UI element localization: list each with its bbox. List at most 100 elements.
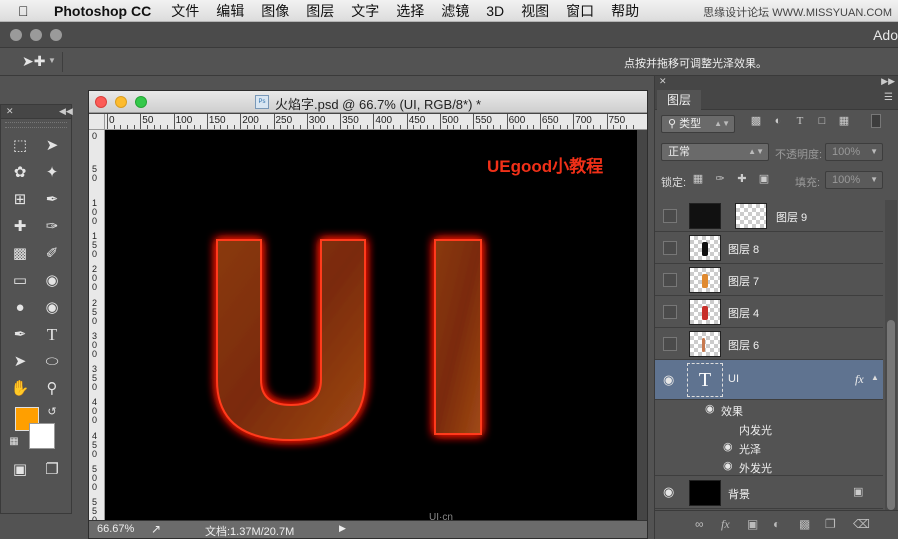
visibility-toggle[interactable]	[663, 305, 677, 319]
delete-layer-icon[interactable]: ⌫	[853, 517, 870, 531]
layers-scrollbar[interactable]	[885, 200, 897, 510]
shape-filter-icon[interactable]: □	[815, 114, 829, 128]
chevron-down-icon[interactable]: ▼	[48, 56, 56, 65]
move-icon[interactable]: ➤	[39, 135, 65, 157]
visibility-toggle[interactable]	[663, 241, 677, 255]
filter-toggle[interactable]	[871, 114, 881, 128]
lock-pixels-icon[interactable]: ✑	[713, 172, 727, 186]
eye-icon[interactable]: ◉	[663, 484, 674, 500]
lasso-icon[interactable]: ✿	[7, 162, 33, 184]
paint-bucket-icon[interactable]: ◉	[39, 270, 65, 292]
background-color-swatch[interactable]	[29, 423, 55, 449]
menu-filter[interactable]: 滤镜	[441, 1, 469, 21]
eye-icon[interactable]: ◉	[663, 372, 674, 388]
doc-zoom-button[interactable]	[135, 96, 147, 108]
layer-row-9[interactable]: 图层 9	[655, 200, 883, 232]
eraser-icon[interactable]: ▭	[7, 270, 33, 292]
layer-row-8[interactable]: 图层 8	[655, 232, 883, 264]
layer-row-6[interactable]: 图层 6	[655, 328, 883, 360]
effect-row-inner-glow[interactable]: 内发光	[655, 419, 883, 438]
menu-layer[interactable]: 图层	[306, 1, 334, 21]
move-tool-preset-icon[interactable]: ➤✚	[22, 53, 45, 70]
window-close-button[interactable]	[10, 29, 22, 41]
menu-view[interactable]: 视图	[521, 1, 549, 21]
collapse-icon[interactable]: ▶▶	[881, 76, 895, 87]
crop-icon[interactable]: ⊞	[7, 189, 33, 211]
fill-field[interactable]: 100% ▼	[825, 171, 883, 189]
vertical-ruler[interactable]: 0 5 0 1 0 0 1 5 0 2 0 0 2 5 0 3 0 0 3 5 0 4 0 0 4…	[89, 130, 105, 520]
horizontal-ruler[interactable]: 0 50 100 150 200 250 300 350 400 450 500 550 600 650 7…	[105, 114, 647, 130]
lock-all-icon[interactable]: ▣	[757, 172, 771, 186]
status-menu-arrow-icon[interactable]: ▶	[339, 523, 346, 534]
swap-colors-icon[interactable]: ↺	[39, 401, 65, 423]
smart-object-filter-icon[interactable]: ▦	[837, 114, 851, 128]
path-select-icon[interactable]: ➤	[7, 351, 33, 373]
menu-edit[interactable]: 编辑	[216, 1, 244, 21]
zoom-level[interactable]: 66.67%	[97, 523, 134, 535]
vertical-scrollbar[interactable]	[637, 130, 647, 520]
blend-mode-select[interactable]: 正常 ▲▼	[661, 143, 769, 161]
link-layers-icon[interactable]: ∞	[695, 517, 704, 531]
filter-kind-select[interactable]: ⚲ 类型 ▲▼	[661, 115, 735, 133]
marquee-icon[interactable]: ⬚	[7, 135, 33, 157]
type-icon[interactable]: T	[39, 324, 65, 346]
new-group-icon[interactable]: ▩	[799, 517, 810, 531]
effects-group-row[interactable]: ◉ 效果	[655, 400, 883, 419]
menu-type[interactable]: 文字	[351, 1, 379, 21]
eyedropper-icon[interactable]: ✒	[39, 189, 65, 211]
window-minimize-button[interactable]	[30, 29, 42, 41]
lock-position-icon[interactable]: ✚	[735, 172, 749, 186]
stamp-icon[interactable]: ▩	[7, 243, 33, 265]
add-mask-icon[interactable]: ▣	[747, 517, 758, 531]
window-zoom-button[interactable]	[50, 29, 62, 41]
pixel-filter-icon[interactable]: ▩	[749, 114, 763, 128]
scrollbar-thumb[interactable]	[887, 320, 895, 510]
type-filter-icon[interactable]: T	[793, 114, 807, 128]
visibility-toggle[interactable]	[663, 273, 677, 287]
lock-transparent-icon[interactable]: ▦	[691, 172, 705, 186]
layer-row-4[interactable]: 图层 4	[655, 296, 883, 328]
eye-icon[interactable]: ◉	[723, 459, 733, 472]
adjustment-layer-icon[interactable]: ◐	[773, 517, 780, 531]
menu-window[interactable]: 窗口	[566, 1, 594, 21]
fx-badge[interactable]: fx	[855, 372, 864, 387]
app-name-menu[interactable]: Photoshop CC	[54, 3, 151, 19]
menu-file[interactable]: 文件	[171, 1, 199, 21]
zoom-icon[interactable]: ⚲	[39, 378, 65, 400]
opacity-field[interactable]: 100% ▼	[825, 143, 883, 161]
close-icon[interactable]: ✕	[659, 76, 667, 87]
pen-icon[interactable]: ✒	[7, 324, 33, 346]
healing-brush-icon[interactable]: ✚	[7, 216, 33, 238]
canvas[interactable]: UEgood小教程 UI·cn	[105, 130, 637, 520]
doc-close-button[interactable]	[95, 96, 107, 108]
menu-select[interactable]: 选择	[396, 1, 424, 21]
ellipse-icon[interactable]: ⬭	[39, 351, 65, 373]
effect-row-satin[interactable]: ◉ 光泽	[655, 438, 883, 457]
panel-menu-icon[interactable]: ☰	[884, 92, 893, 103]
expand-effects-icon[interactable]: ▲	[871, 373, 879, 382]
blur-icon[interactable]: ●	[7, 297, 33, 319]
layer-row-ui[interactable]: ◉ T UI fx ▲	[655, 360, 883, 400]
quick-mask-icon[interactable]: ▣	[7, 459, 33, 481]
menu-help[interactable]: 帮助	[611, 1, 639, 21]
share-icon[interactable]: ↗	[151, 522, 161, 536]
history-brush-icon[interactable]: ✐	[39, 243, 65, 265]
hand-icon[interactable]: ✋	[7, 378, 33, 400]
brush-icon[interactable]: ✑	[39, 216, 65, 238]
adjustment-filter-icon[interactable]: ◐	[771, 114, 785, 128]
visibility-toggle[interactable]	[663, 337, 677, 351]
close-icon[interactable]: ✕	[6, 106, 14, 117]
document-title-bar[interactable]: Ps 火焰字.psd @ 66.7% (UI, RGB/8*) *	[89, 91, 647, 113]
new-layer-icon[interactable]: ❐	[825, 517, 836, 531]
apple-icon[interactable]: 	[18, 3, 40, 19]
eye-icon[interactable]: ◉	[723, 440, 733, 453]
effect-row-outer-glow[interactable]: ◉ 外发光	[655, 457, 883, 476]
ruler-origin[interactable]	[89, 114, 105, 130]
drag-handle[interactable]	[5, 122, 67, 128]
add-style-icon[interactable]: fx	[721, 517, 730, 532]
layer-row-7[interactable]: 图层 7	[655, 264, 883, 296]
eye-icon[interactable]: ◉	[705, 402, 715, 415]
default-colors-icon[interactable]: ▦	[1, 431, 27, 453]
menu-3d[interactable]: 3D	[486, 3, 504, 19]
layer-row-background[interactable]: ◉ 背景 ▣	[655, 477, 883, 509]
